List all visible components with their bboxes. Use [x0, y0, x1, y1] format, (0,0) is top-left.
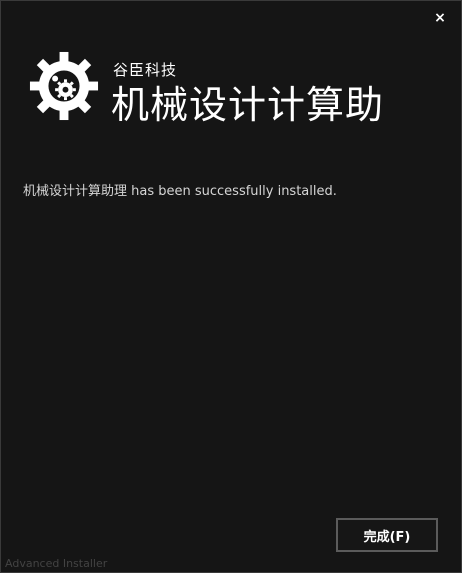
close-icon: ×	[434, 10, 446, 26]
finish-button[interactable]: 完成(F)	[336, 518, 438, 552]
gear-icon	[29, 51, 99, 121]
brand-header: 谷臣科技 机械设计计算助	[27, 41, 447, 141]
close-button[interactable]: ×	[431, 9, 449, 27]
installer-brand-label: Advanced Installer	[5, 557, 108, 570]
product-name: 机械设计计算助	[111, 83, 385, 127]
installer-window: × 谷臣科技 机械设计计算助 机械设计计算助理 has been success…	[0, 0, 462, 573]
install-complete-message: 机械设计计算助理 has been successfully installed…	[23, 184, 337, 199]
